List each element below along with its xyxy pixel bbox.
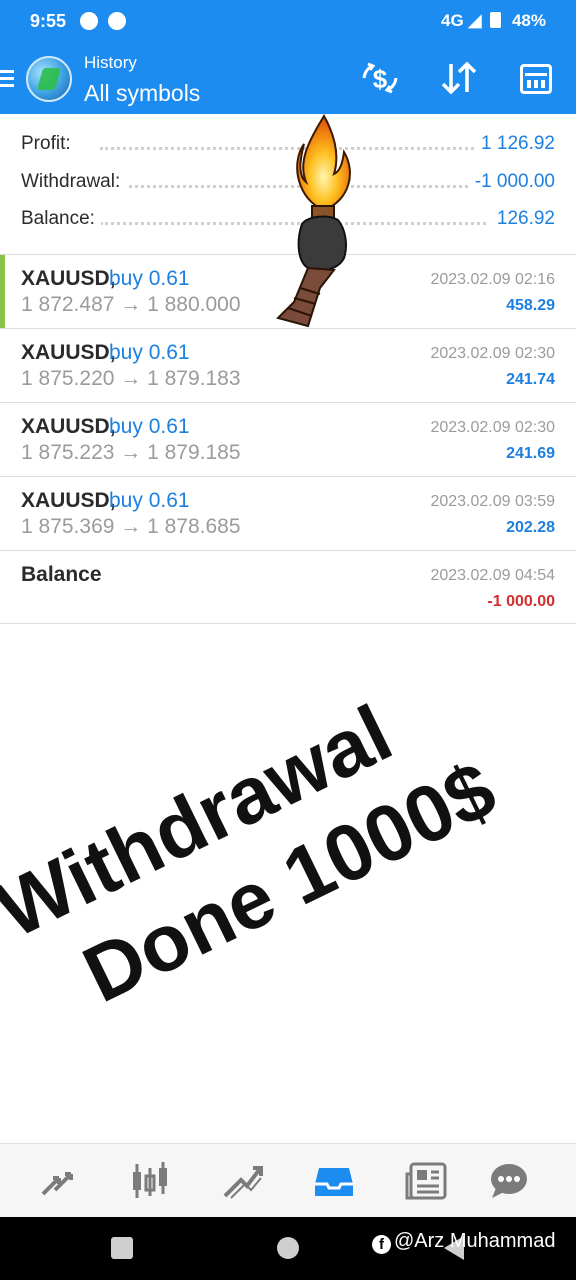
menu-icon[interactable] [0, 70, 14, 88]
header-title[interactable]: All symbols [84, 80, 200, 107]
summary-label: Withdrawal: [21, 171, 127, 193]
balance-label: Balance [21, 563, 102, 586]
summary-value: 126.92 [490, 208, 555, 230]
withdrawal-overlay-text: Withdrawal Done 1000$ [0, 655, 510, 1044]
deal-row[interactable]: XAUUSD, buy 0.61 1 875.223 → 1 879.185 2… [0, 403, 576, 476]
recent-apps-icon[interactable] [111, 1237, 133, 1259]
summary-label: Profit: [21, 133, 77, 155]
balance-row[interactable]: Balance 2023.02.09 04:54 -1 000.00 [0, 551, 576, 624]
deal-type: buy 0.61 [109, 341, 190, 364]
deal-row[interactable]: XAUUSD, buy 0.61 1 875.369 → 1 878.685 2… [0, 477, 576, 550]
balance-amount: -1 000.00 [487, 593, 555, 610]
deal-prices: 1 872.487 → 1 880.000 [21, 293, 241, 316]
balance-time: 2023.02.09 04:54 [430, 567, 555, 584]
header-subtitle: History [84, 53, 137, 72]
deal-prices: 1 875.369 → 1 878.685 [21, 515, 241, 538]
deal-profit: 241.69 [506, 445, 555, 462]
summary-value: -1 000.00 [468, 171, 555, 193]
telegram-icon [80, 12, 98, 30]
selected-indicator [0, 255, 5, 328]
chart-icon[interactable] [127, 1160, 173, 1202]
calendar-icon[interactable] [514, 58, 558, 98]
deal-prices: 1 875.223 → 1 879.185 [21, 441, 241, 464]
quotes-icon[interactable] [35, 1160, 81, 1202]
deal-profit: 241.74 [506, 371, 555, 388]
deal-type: buy 0.61 [109, 415, 190, 438]
messages-icon[interactable] [486, 1160, 532, 1202]
battery-level: 48% [511, 11, 546, 30]
deal-row[interactable]: XAUUSD, buy 0.61 1 875.220 → 1 879.183 2… [0, 329, 576, 402]
home-icon[interactable] [277, 1237, 299, 1259]
trade-icon[interactable] [219, 1160, 265, 1202]
deal-time: 2023.02.09 02:30 [430, 345, 555, 362]
history-icon[interactable] [311, 1160, 357, 1202]
metatrader-logo-icon [26, 56, 72, 102]
deal-profit: 202.28 [506, 519, 555, 536]
deal-time: 2023.02.09 02:30 [430, 419, 555, 436]
status-time: 9:55 [30, 11, 67, 31]
divider [0, 623, 576, 624]
deal-profit: 458.29 [506, 297, 555, 314]
currency-exchange-icon[interactable]: $ [358, 58, 402, 98]
bottom-toolbar [0, 1143, 576, 1217]
summary-value: 1 126.92 [475, 133, 555, 155]
deal-symbol: XAUUSD, [21, 415, 116, 438]
news-icon[interactable] [403, 1160, 449, 1202]
status-right: 4G ◢ 48% [441, 11, 546, 31]
deal-symbol: XAUUSD, [21, 341, 116, 364]
torch-sticker-icon [276, 114, 351, 328]
sort-icon[interactable] [437, 58, 481, 98]
deal-prices: 1 875.220 → 1 879.183 [21, 367, 241, 390]
facebook-icon: f [372, 1235, 391, 1254]
summary-label: Balance: [21, 208, 101, 230]
watermark: f @Arz Muhammad [372, 1230, 555, 1254]
telegram-icon [108, 12, 126, 30]
deal-type: buy 0.61 [109, 489, 190, 512]
deal-type: buy 0.61 [109, 267, 190, 290]
battery-icon [490, 12, 502, 28]
deal-time: 2023.02.09 02:16 [430, 271, 555, 288]
deal-symbol: XAUUSD, [21, 267, 116, 290]
status-bar: 9:55 4G ◢ 48% [0, 0, 576, 42]
watermark-text: @Arz Muhammad [394, 1230, 556, 1252]
network-label: 4G [441, 11, 464, 30]
app-header: 9:55 4G ◢ 48% History All symbols $ [0, 0, 576, 114]
deal-symbol: XAUUSD, [21, 489, 116, 512]
deal-time: 2023.02.09 03:59 [430, 493, 555, 510]
signal-icon: ◢ [468, 11, 482, 30]
